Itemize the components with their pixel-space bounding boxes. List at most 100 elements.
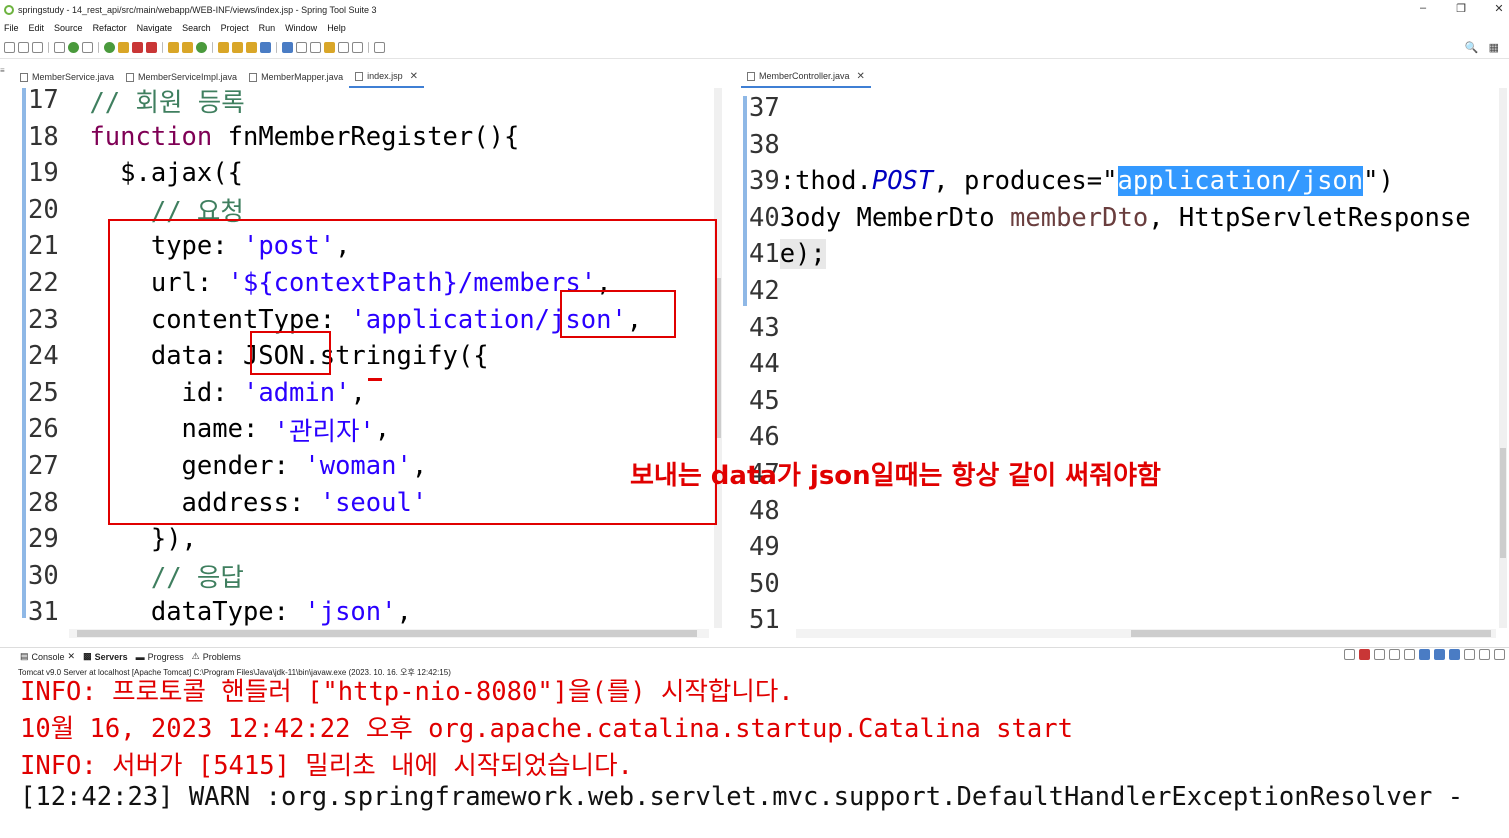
code-token: e);	[779, 239, 826, 270]
skip-breakpoints-icon[interactable]	[82, 42, 93, 53]
new-class-icon[interactable]	[182, 42, 193, 53]
tab-label: MemberServiceImpl.java	[138, 72, 238, 82]
horizontal-scrollbar[interactable]	[69, 629, 709, 638]
line-number: 41	[749, 239, 780, 270]
toggle-mark-icon[interactable]	[260, 42, 271, 53]
toolbar-separator	[162, 42, 163, 53]
code-line: 38	[749, 127, 780, 163]
scroll-lock-icon[interactable]	[1404, 649, 1415, 660]
console-line: [12:42:23] WARN :org.springframework.web…	[20, 782, 1464, 812]
menu-refactor[interactable]: Refactor	[93, 23, 127, 33]
line-number: 37	[749, 93, 780, 123]
code-token: $.ajax({	[120, 158, 243, 189]
external-tools-icon[interactable]	[118, 42, 129, 53]
code-line: 51	[749, 602, 780, 638]
publish-icon[interactable]	[146, 42, 157, 53]
debug-icon[interactable]	[68, 42, 79, 53]
line-number: 30	[28, 560, 59, 591]
last-edit-icon[interactable]	[324, 42, 335, 53]
new-package-icon[interactable]	[168, 42, 179, 53]
stop-server-icon[interactable]	[132, 42, 143, 53]
tab-label: index.jsp	[367, 71, 403, 81]
scrollbar-thumb[interactable]	[1500, 448, 1506, 558]
line-number: 50	[749, 568, 780, 599]
code-area[interactable]: 37 38 39:thod. POST, produces=" application/…	[749, 90, 1501, 635]
line-number: 46	[749, 422, 780, 453]
pin-editor-icon[interactable]	[374, 42, 385, 53]
menu-window[interactable]: Window	[285, 23, 317, 33]
line-number: 17	[28, 85, 59, 115]
console-line: INFO: 서버가 [5415] 밀리초 내에 시작되었습니다.	[20, 751, 633, 781]
save-icon[interactable]	[18, 42, 29, 53]
horizontal-scrollbar[interactable]	[796, 629, 1496, 638]
perspective-icon[interactable]: ▦	[1489, 41, 1499, 54]
vertical-scrollbar[interactable]	[1499, 88, 1507, 628]
menu-run[interactable]: Run	[259, 23, 276, 33]
minimize-button[interactable]: –	[1417, 2, 1429, 15]
menu-navigate[interactable]: Navigate	[137, 23, 173, 33]
next-annotation-icon[interactable]	[296, 42, 307, 53]
code-token: :thod.	[779, 166, 872, 197]
menu-edit[interactable]: Edit	[29, 23, 45, 33]
search-file-icon[interactable]	[246, 42, 257, 53]
show-stdout-icon[interactable]	[1434, 649, 1445, 660]
annotation-text: 보내는 data가 json일때는 항상 같이 써줘야함	[630, 461, 1161, 491]
menu-file[interactable]: File	[4, 23, 19, 33]
close-button[interactable]: ✕	[1493, 2, 1505, 15]
console-line: 10월 16, 2023 12:42:22 오후 org.apache.cata…	[20, 714, 1073, 744]
close-tab-icon[interactable]: ✕	[410, 71, 418, 82]
tab-membercontroller[interactable]: MemberController.java ✕	[741, 66, 871, 88]
console-output[interactable]: INFO: 프로토콜 핸들러 ["http-nio-8080"]을(를) 시작합…	[0, 676, 1509, 838]
open-type-icon[interactable]	[218, 42, 229, 53]
code-line: 42	[749, 273, 780, 309]
right-editor-tabs: MemberController.java ✕	[741, 66, 871, 88]
forward-icon[interactable]	[352, 42, 363, 53]
tab-console[interactable]: ▤ Console ✕	[20, 651, 75, 662]
open-console-icon[interactable]	[1479, 649, 1490, 660]
back-icon[interactable]	[338, 42, 349, 53]
menu-help[interactable]: Help	[327, 23, 346, 33]
save-all-icon[interactable]	[32, 42, 43, 53]
maximize-button[interactable]: ❐	[1455, 2, 1467, 15]
code-token: ")	[1363, 166, 1394, 197]
line-number: 31	[28, 597, 59, 628]
display-console-icon[interactable]	[1464, 649, 1475, 660]
show-stderr-icon[interactable]	[1449, 649, 1460, 660]
menu-search[interactable]: Search	[182, 23, 211, 33]
word-wrap-icon[interactable]	[1419, 649, 1430, 660]
tab-progress[interactable]: ▬ Progress	[136, 652, 184, 662]
title-bar: springstudy - 14_rest_api/src/main/webap…	[0, 0, 1509, 20]
code-line: 40 3ody MemberDto memberDto, HttpServletR…	[749, 200, 1471, 236]
highlight-box-json-content-type	[560, 290, 676, 338]
clear-console-icon[interactable]	[1389, 649, 1400, 660]
close-tab-icon[interactable]: ✕	[857, 71, 865, 82]
remove-launch-icon[interactable]	[1374, 649, 1385, 660]
menu-source[interactable]: Source	[54, 23, 83, 33]
scrollbar-thumb[interactable]	[77, 630, 697, 637]
pin-console-icon[interactable]	[1344, 649, 1355, 660]
right-editor-pane: MemberController.java ✕ 37 38 39:thod. POST…	[741, 66, 1509, 641]
run-icon[interactable]	[104, 42, 115, 53]
new-spring-icon[interactable]	[196, 42, 207, 53]
close-tab-icon[interactable]: ✕	[68, 651, 76, 662]
print-icon[interactable]	[54, 42, 65, 53]
package-explorer-icon[interactable]: ≡	[0, 66, 5, 75]
search-icon[interactable]: 🔍	[1465, 41, 1479, 54]
menu-project[interactable]: Project	[221, 23, 249, 33]
tab-problems[interactable]: ⚠ Problems	[192, 651, 241, 662]
window-controls: – ❐ ✕	[1417, 2, 1505, 15]
scrollbar-thumb[interactable]	[1131, 630, 1491, 637]
prev-annotation-icon[interactable]	[310, 42, 321, 53]
toolbar-separator	[368, 42, 369, 53]
tab-servers[interactable]: ▩ Servers	[83, 651, 128, 662]
minimize-view-icon[interactable]	[1494, 649, 1505, 660]
terminate-icon[interactable]	[1359, 649, 1370, 660]
open-resource-icon[interactable]	[232, 42, 243, 53]
java-file-icon	[249, 72, 258, 82]
console-line: INFO: 프로토콜 핸들러 ["http-nio-8080"]을(를) 시작합…	[20, 677, 794, 707]
tab-label: MemberController.java	[759, 71, 850, 81]
annotation-nav-icon[interactable]	[282, 42, 293, 53]
new-icon[interactable]	[4, 42, 15, 53]
